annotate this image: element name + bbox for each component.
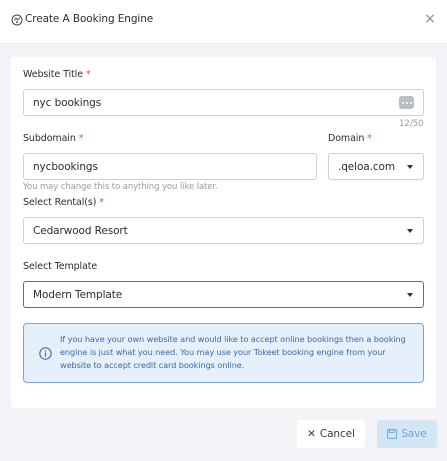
cancel-x-icon: ✕	[307, 428, 316, 440]
chevron-down-icon	[407, 228, 413, 233]
template-select[interactable]: Modern Template	[23, 281, 424, 308]
dialog-title: Create A Booking Engine	[25, 13, 154, 25]
required-mark: *	[85, 69, 91, 80]
domain-value: .qeloa.com	[338, 160, 396, 173]
info-icon	[39, 347, 52, 360]
subdomain-input[interactable]: nycbookings	[23, 153, 317, 180]
cancel-button[interactable]: ✕ Cancel	[297, 420, 365, 448]
website-title-label-text: Website Title	[23, 69, 83, 80]
cancel-label: Cancel	[319, 428, 355, 440]
subdomain-label: Subdomain *	[23, 133, 83, 144]
required-mark: *	[367, 133, 372, 144]
domain-label-text: Domain	[328, 133, 365, 144]
save-icon	[387, 429, 398, 439]
template-label: Select Template	[23, 261, 97, 272]
rental-label: Select Rental(s) *	[23, 197, 104, 208]
rental-label-text: Select Rental(s)	[23, 197, 97, 208]
dots-icon[interactable]	[399, 96, 414, 109]
rental-value: Cedarwood Resort	[33, 224, 128, 237]
template-label-text: Select Template	[23, 261, 98, 272]
close-icon[interactable]: ×	[423, 12, 437, 26]
required-mark: *	[99, 197, 104, 208]
booking-engine-icon	[11, 14, 23, 26]
domain-label: Domain *	[328, 133, 372, 144]
form-card: Website Title * nyc bookings 12/50 Subdo…	[11, 57, 436, 408]
required-mark: *	[78, 133, 84, 144]
save-label: Save	[401, 428, 427, 440]
info-alert: If you have your own website and would l…	[23, 323, 424, 383]
character-counter: 12/50	[399, 119, 424, 129]
template-value: Modern Template	[33, 288, 123, 301]
chevron-down-icon	[407, 164, 413, 169]
chevron-down-icon	[407, 292, 413, 297]
dialog-header: Create A Booking Engine ×	[0, 0, 447, 44]
domain-select[interactable]: .qeloa.com	[328, 153, 424, 180]
save-button[interactable]: Save	[377, 420, 437, 448]
website-title-label: Website Title *	[23, 69, 91, 80]
website-title-input[interactable]: nyc bookings	[23, 89, 424, 116]
subdomain-value: nycbookings	[33, 160, 98, 173]
info-text: If you have your own website and would l…	[60, 334, 406, 371]
subdomain-label-text: Subdomain	[23, 133, 76, 144]
website-title-value: nyc bookings	[33, 96, 102, 109]
rental-select[interactable]: Cedarwood Resort	[23, 217, 424, 244]
subdomain-helper-text: You may change this to anything you like…	[23, 182, 218, 192]
